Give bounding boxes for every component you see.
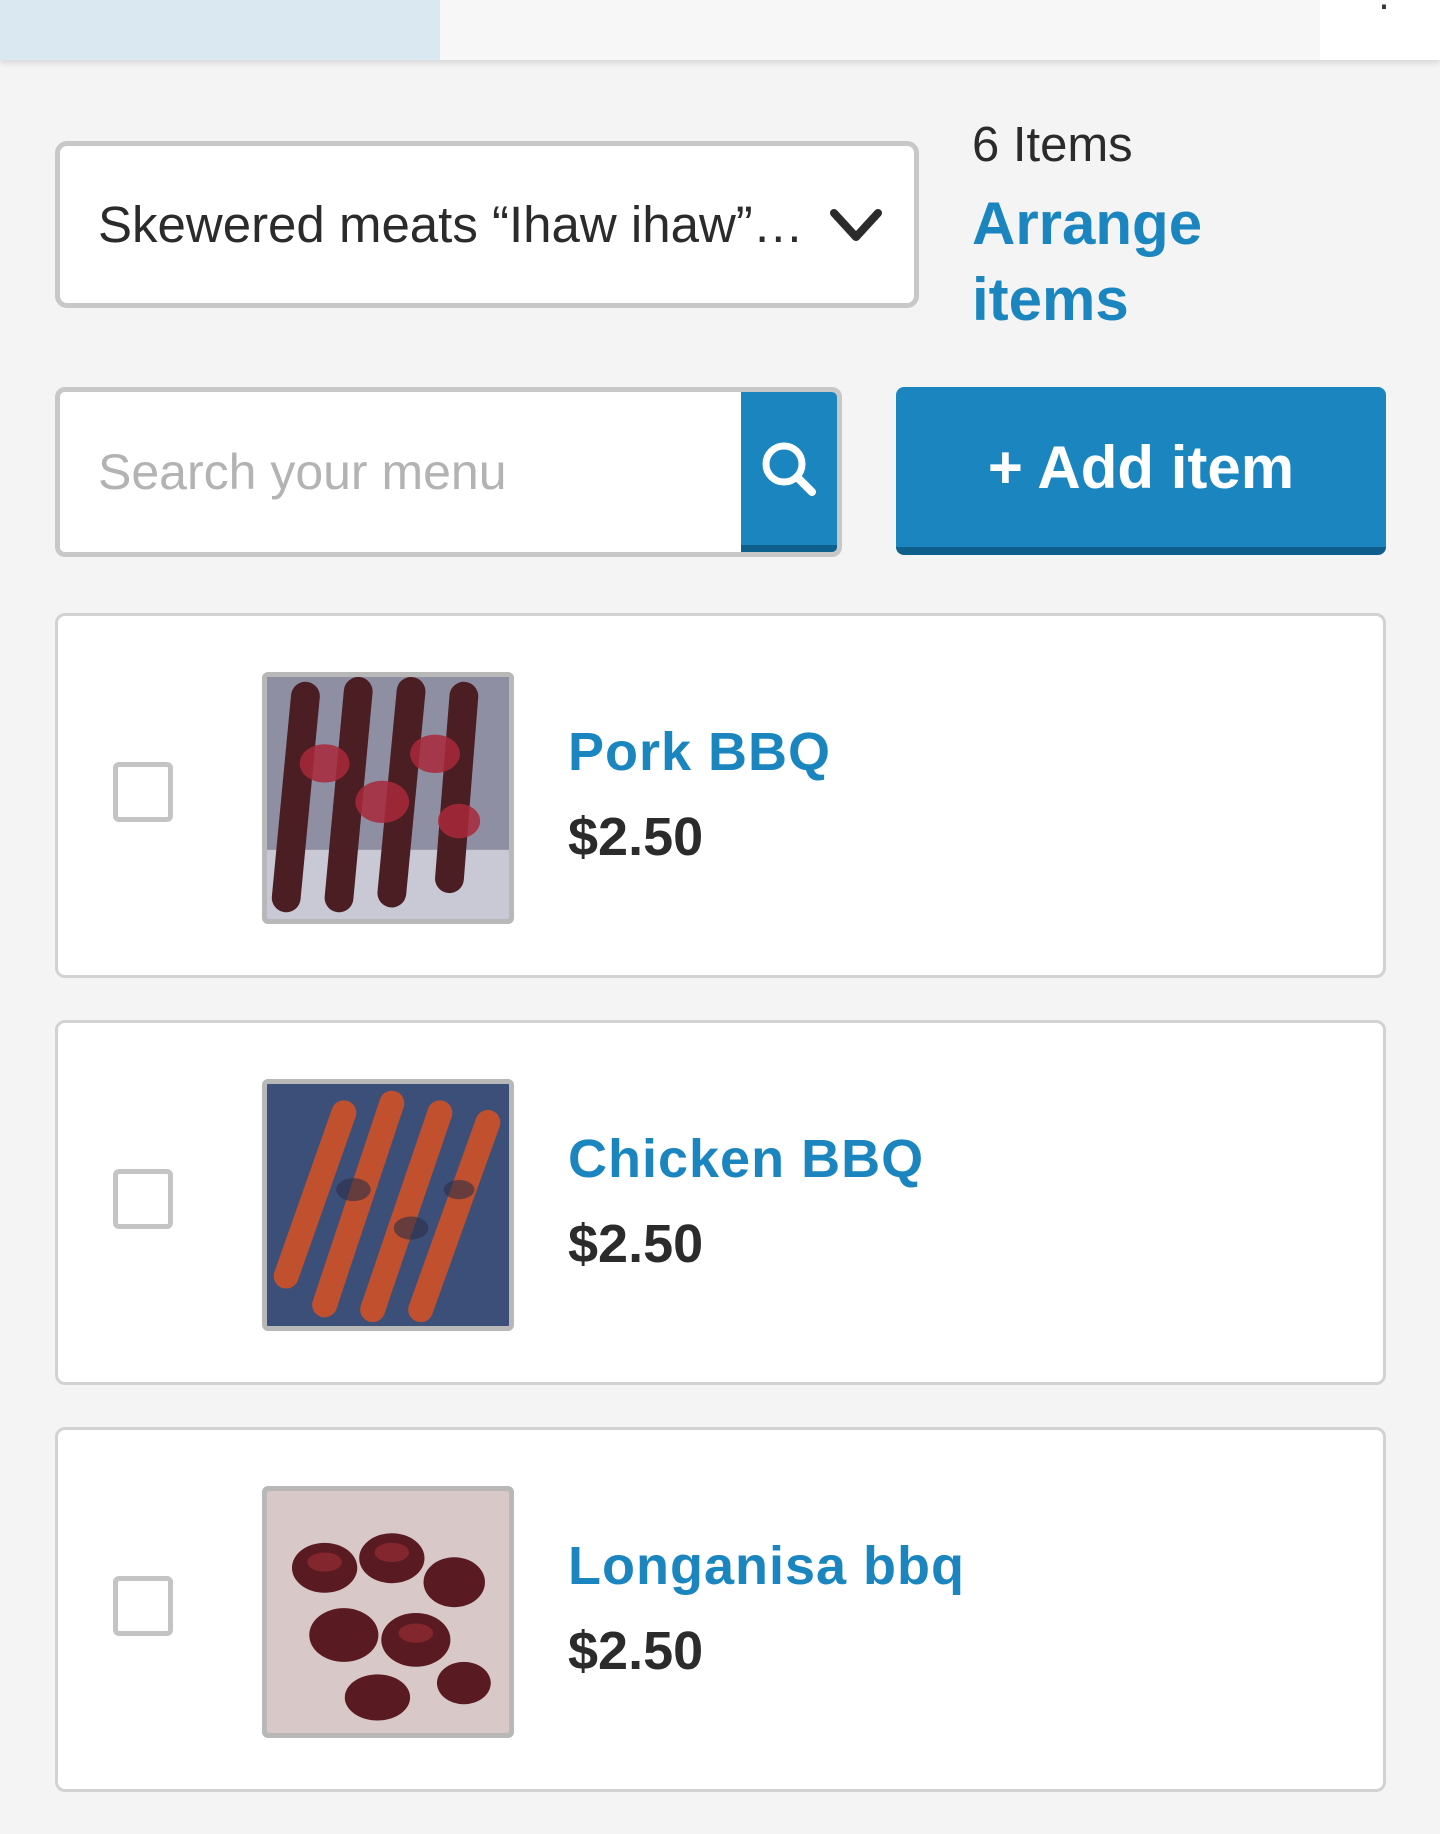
search-icon [762, 442, 816, 496]
items-count: 6 Items [972, 118, 1133, 172]
search-box [55, 387, 842, 557]
chevron-down-icon [830, 208, 882, 241]
tab-active[interactable] [0, 0, 440, 60]
item-thumbnail [262, 1079, 514, 1331]
search-button[interactable] [741, 392, 837, 552]
category-select-value: Skewered meats “Ihaw ihaw”… [98, 196, 804, 253]
arrange-items-link[interactable]: Arrange items [972, 186, 1272, 338]
item-checkbox[interactable] [113, 762, 173, 822]
more-icon[interactable]: ⋮ [1370, 0, 1398, 13]
search-input[interactable] [60, 392, 741, 552]
add-item-button[interactable]: + Add item [896, 387, 1386, 555]
item-checkbox[interactable] [113, 1169, 173, 1229]
item-price: $2.50 [568, 807, 704, 867]
item-list: Pork BBQ $2.50 Chicken BBQ $2.50 Longani… [55, 613, 1386, 1834]
item-name[interactable]: Pork BBQ [568, 721, 831, 783]
category-select[interactable]: Skewered meats “Ihaw ihaw”… [55, 141, 919, 308]
list-item[interactable]: Pork BBQ $2.50 [55, 613, 1386, 978]
list-item[interactable]: Chicken BBQ $2.50 [55, 1020, 1386, 1385]
top-tab-bar: ⋮ [0, 0, 1440, 60]
item-price: $2.50 [568, 1621, 704, 1681]
list-item[interactable]: Longanisa bbq $2.50 [55, 1427, 1386, 1792]
item-checkbox[interactable] [113, 1576, 173, 1636]
item-price: $2.50 [568, 1214, 704, 1274]
item-thumbnail [262, 672, 514, 924]
item-name[interactable]: Chicken BBQ [568, 1128, 924, 1190]
item-name[interactable]: Longanisa bbq [568, 1535, 965, 1597]
item-thumbnail [262, 1486, 514, 1738]
